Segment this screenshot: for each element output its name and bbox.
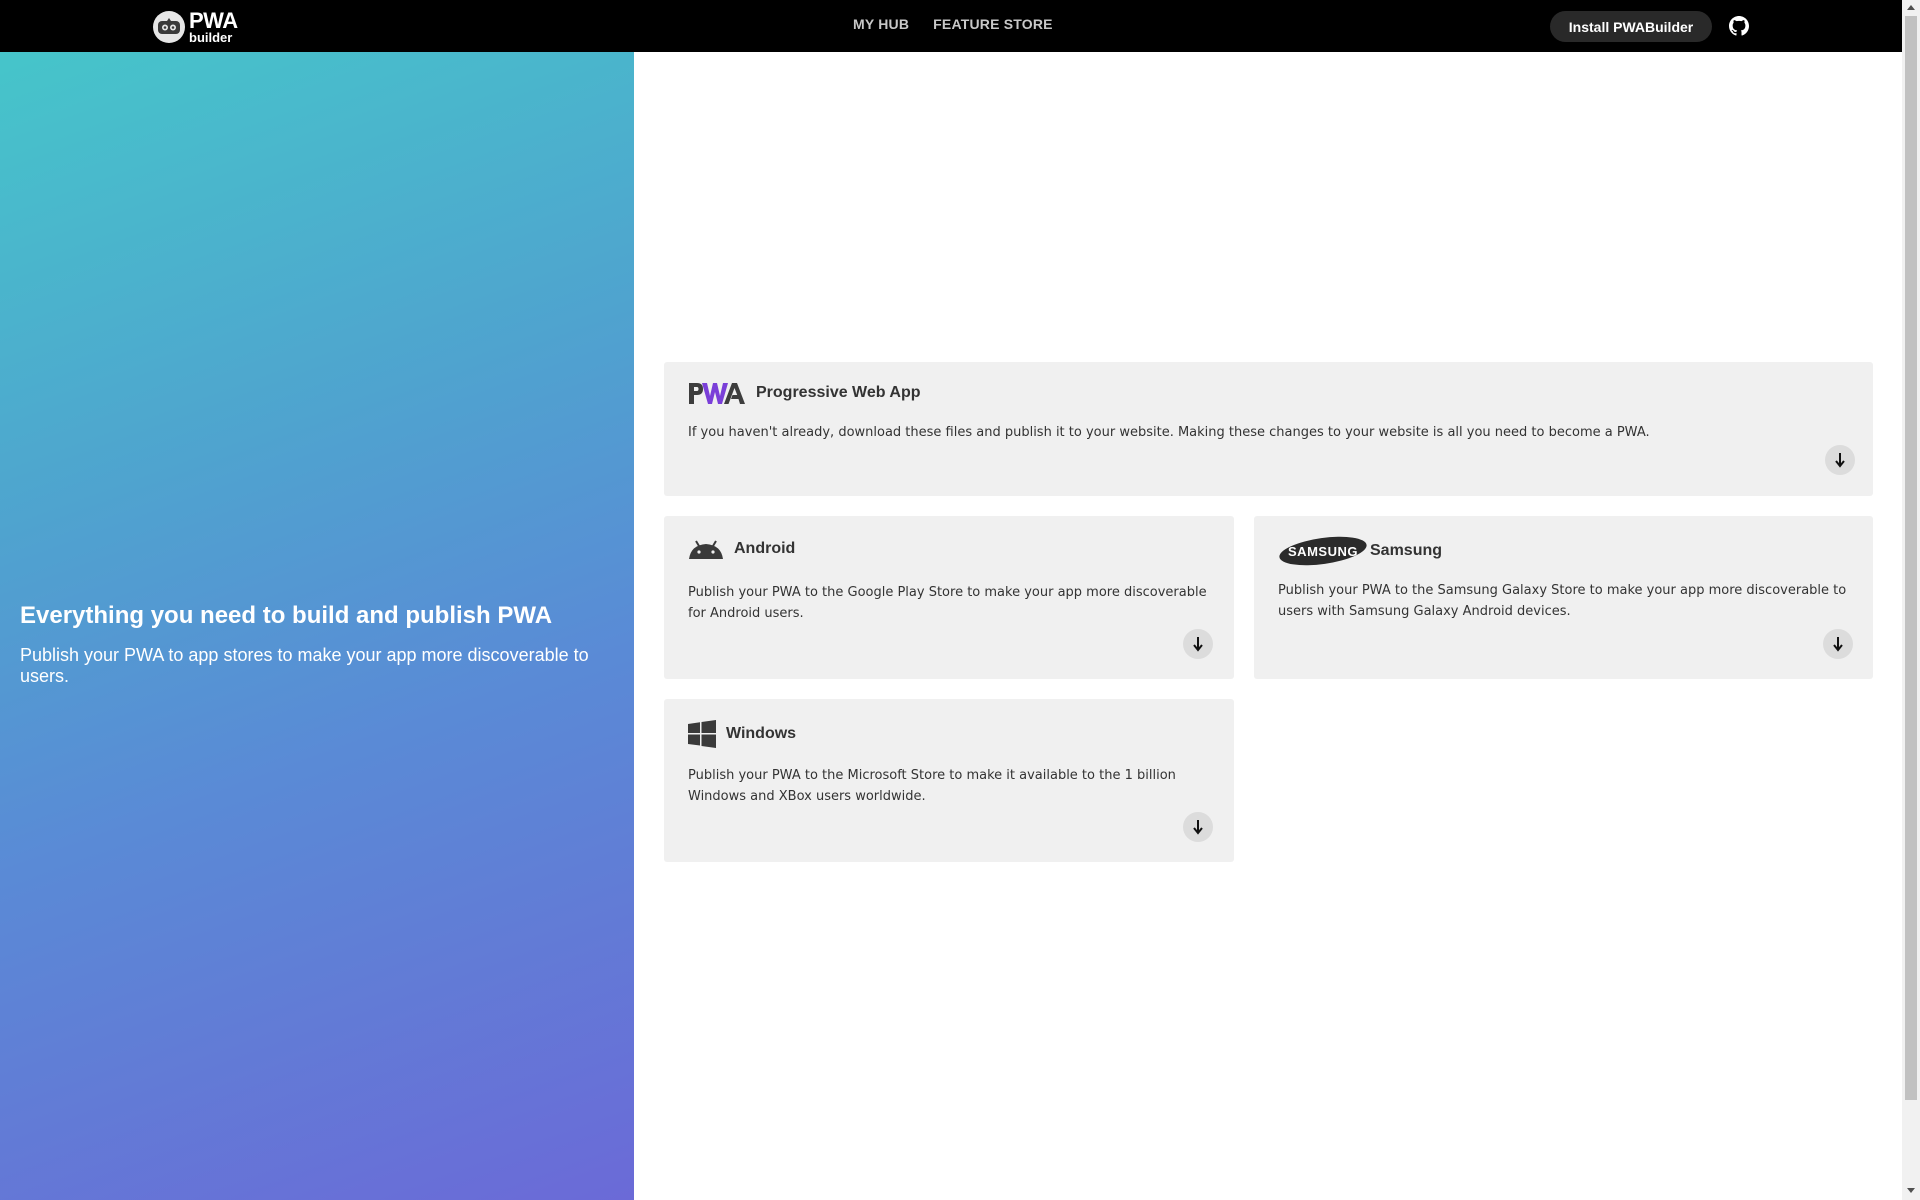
main-nav: MY HUB FEATURE STORE — [853, 16, 1053, 32]
logo-builder-text: builder — [189, 30, 233, 45]
download-arrow-icon — [1833, 637, 1843, 652]
pwa-download-button[interactable] — [1825, 445, 1855, 475]
download-arrow-icon — [1193, 637, 1203, 652]
pwa-package-card: Progressive Web App If you haven't alrea… — [664, 362, 1873, 496]
github-icon[interactable] — [1729, 16, 1749, 36]
logo-pwa-text: PWA — [189, 8, 238, 33]
android-package-card: Android Publish your PWA to the Google P… — [664, 516, 1234, 679]
download-arrow-icon — [1835, 453, 1845, 468]
nav-my-hub[interactable]: MY HUB — [853, 16, 909, 32]
install-pwabuilder-button[interactable]: Install PWABuilder — [1550, 11, 1712, 42]
top-navigation-bar: PWA builder MY HUB FEATURE STORE Install… — [0, 0, 1902, 52]
samsung-logo-text: SAMSUNG — [1288, 543, 1358, 559]
samsung-package-card: SAMSUNG Samsung Publish your PWA to the … — [1254, 516, 1873, 679]
android-icon — [688, 538, 724, 560]
hero-title: Everything you need to build and publish… — [20, 602, 553, 629]
pwa-card-title: Progressive Web App — [756, 384, 921, 401]
hero-panel: Everything you need to build and publish… — [0, 52, 634, 1200]
android-card-description: Publish your PWA to the Google Play Stor… — [688, 585, 1207, 621]
pwabuilder-logo[interactable]: PWA builder — [153, 9, 238, 45]
windows-download-button[interactable] — [1183, 812, 1213, 842]
samsung-card-description: Publish your PWA to the Samsung Galaxy S… — [1278, 583, 1847, 619]
scrollbar-thumb[interactable] — [1905, 16, 1917, 1100]
windows-card-title: Windows — [726, 725, 797, 742]
windows-card-description: Publish your PWA to the Microsoft Store … — [688, 768, 1176, 804]
samsung-logo-icon: SAMSUNG — [1278, 535, 1368, 567]
download-arrow-icon — [1193, 820, 1203, 835]
scroll-up-arrow-icon[interactable] — [1907, 5, 1915, 10]
pwa-card-description: If you haven't already, download these f… — [688, 425, 1650, 440]
android-card-title: Android — [734, 540, 796, 557]
samsung-download-button[interactable] — [1823, 629, 1853, 659]
pwabuilder-logo-icon — [153, 11, 185, 43]
windows-icon — [688, 720, 716, 748]
windows-package-card: Windows Publish your PWA to the Microsof… — [664, 699, 1234, 862]
nav-feature-store[interactable]: FEATURE STORE — [933, 16, 1053, 32]
pwa-logo-icon — [688, 380, 746, 406]
android-download-button[interactable] — [1183, 629, 1213, 659]
hero-subtitle: Publish your PWA to app stores to make y… — [20, 645, 589, 686]
samsung-card-title: Samsung — [1370, 542, 1443, 559]
page-scrollbar[interactable] — [1902, 0, 1920, 1200]
scroll-down-arrow-icon[interactable] — [1907, 1188, 1915, 1193]
